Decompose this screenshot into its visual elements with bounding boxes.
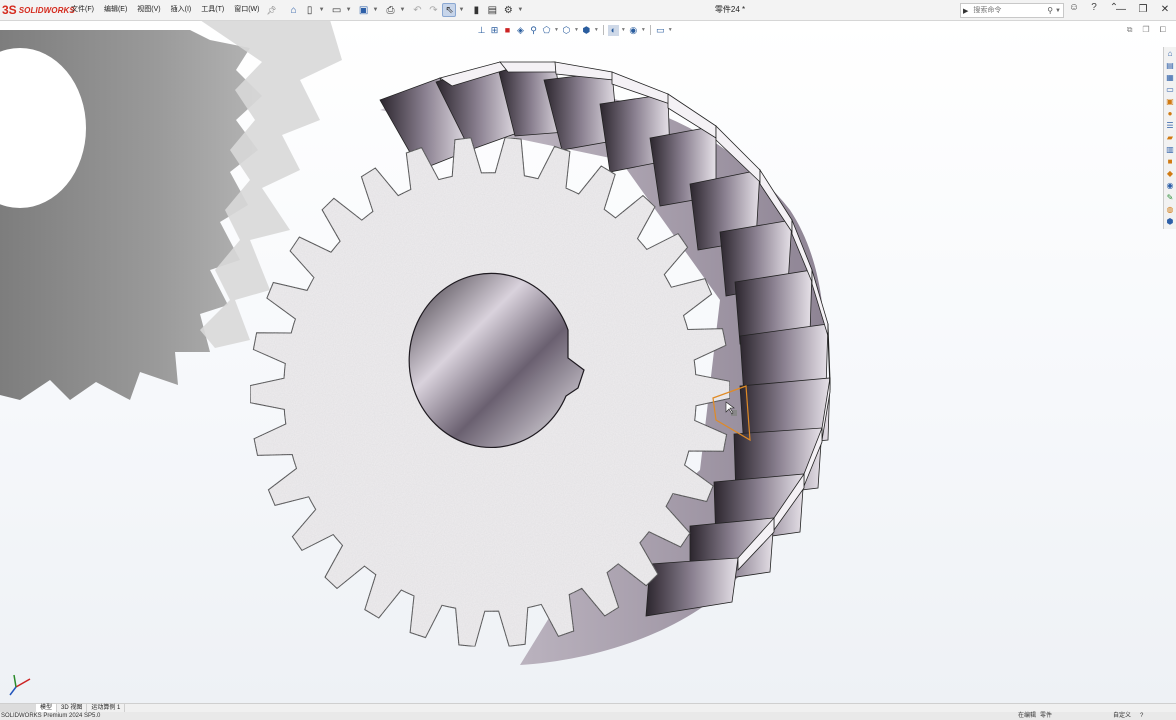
select-icon[interactable]: ⇖ (442, 3, 457, 17)
chevron-down-icon[interactable]: ▼ (574, 27, 579, 33)
user-icon[interactable]: ☺ (1068, 2, 1080, 13)
document-title: 零件24 * (714, 5, 746, 14)
solidworks-labs-icon[interactable]: ◉ (1165, 181, 1175, 191)
apply-scene-icon[interactable]: ◉ (628, 25, 639, 36)
new-document-icon[interactable]: ▯ (303, 3, 317, 17)
restore-icon[interactable]: ❐ (1132, 0, 1154, 20)
close-icon[interactable]: ✕ (1154, 0, 1176, 20)
search-scope-icon[interactable]: ▶ (963, 7, 968, 15)
toolbar-separator (602, 25, 604, 35)
menu-edit[interactable]: 编辑(E) (99, 0, 132, 20)
dynamic-annotation-icon[interactable]: ⚲ (528, 25, 539, 36)
simulation-icon[interactable]: ⬢ (1165, 217, 1175, 227)
appearances-icon[interactable]: ● (1165, 109, 1175, 119)
product-version: SOLIDWORKS Premium 2024 SP5.0 (1, 713, 101, 719)
forum-icon[interactable]: ▰ (1165, 133, 1175, 143)
open-icon[interactable]: ▭ (330, 3, 344, 17)
menu-bar: 文件(F) 编辑(E) 视图(V) 插入(I) 工具(T) 窗口(W) 📌︎ (66, 0, 277, 20)
file-properties-icon[interactable]: ▤ (485, 3, 499, 17)
zoom-to-fit-icon[interactable]: ⊥ (476, 25, 487, 36)
search-input[interactable] (971, 6, 1036, 15)
mbd-icon[interactable]: ◆ (1165, 169, 1175, 179)
custom-properties-icon[interactable]: ☰ (1165, 121, 1175, 131)
restore-pane-icon[interactable]: ❐ (1142, 25, 1149, 35)
toolbar-separator (649, 25, 651, 35)
solidworks-window: 3S SOLIDWORKS 文件(F) 编辑(E) 视图(V) 插入(I) 工具… (0, 0, 1176, 720)
chevron-down-icon[interactable]: ▼ (554, 27, 559, 33)
unit-system[interactable]: 自定义 (1113, 712, 1131, 720)
chevron-down-icon[interactable]: ▼ (621, 27, 626, 33)
print-icon[interactable]: ⎙ (384, 3, 398, 17)
task-pane-tabs: ⌂ ▤ ▦ ▭ ▣ ● ☰ ▰ ▥ ■ ◆ ◉ ✎ ◍ ⬢ (1163, 47, 1176, 229)
chevron-down-icon[interactable]: ▼ (517, 7, 523, 13)
section-view-icon[interactable]: ◈ (515, 25, 526, 36)
chevron-down-icon[interactable]: ▼ (641, 27, 646, 33)
options-icon[interactable]: ⚙ (501, 3, 515, 17)
maximize-pane-icon[interactable]: ⧠ (1160, 25, 1166, 35)
chevron-down-icon[interactable]: ▼ (594, 27, 599, 33)
menu-insert[interactable]: 插入(I) (166, 0, 197, 20)
chevron-down-icon[interactable]: ▼ (346, 7, 352, 13)
display-style-icon[interactable]: ⬡ (561, 25, 572, 36)
design-library-icon[interactable]: ▦ (1165, 73, 1175, 83)
help-icon[interactable]: ? (1140, 712, 1143, 720)
save-icon[interactable]: ▣ (357, 3, 371, 17)
quick-access-toolbar: ⌂ ▯ ▼ ▭ ▼ ▣ ▼ ⎙ ▼ ↶ ↷ ⇖ ▼ ▮ ▤ ⚙ ▼ (287, 3, 527, 17)
zoom-to-area-icon[interactable]: ⊞ (489, 25, 500, 36)
file-explorer-icon[interactable]: ▭ (1165, 85, 1175, 95)
view-palette-icon[interactable]: ▣ (1165, 97, 1175, 107)
chevron-down-icon[interactable]: ▼ (1055, 8, 1061, 14)
resources-icon[interactable]: ▤ (1165, 61, 1175, 71)
tile-icon[interactable]: ⧉ (1127, 25, 1133, 35)
rebuild-icon[interactable]: ▮ (469, 3, 483, 17)
menu-tools[interactable]: 工具(T) (196, 0, 229, 20)
chevron-down-icon[interactable]: ▼ (668, 27, 673, 33)
markup-icon[interactable]: ✎ (1165, 193, 1175, 203)
chevron-down-icon[interactable]: ▼ (319, 7, 325, 13)
minimize-icon[interactable]: — (1110, 0, 1132, 20)
undo-icon[interactable]: ↶ (410, 3, 424, 17)
chevron-down-icon[interactable]: ▼ (458, 7, 464, 13)
3d-content-icon[interactable]: ■ (1165, 157, 1175, 167)
redo-icon[interactable]: ↷ (426, 3, 440, 17)
graphics-area[interactable]: ⊥ ⊞ ■ ◈ ⚲ ⬠ ▼ ⬡ ▼ ⬢ ▼ ◐ ▼ ◉ ▼ ▭ ▼ ⧉ ❐ ⧠ (0, 21, 1176, 703)
home-icon[interactable]: ⌂ (1165, 49, 1175, 59)
title-bar: 3S SOLIDWORKS 文件(F) 编辑(E) 视图(V) 插入(I) 工具… (0, 0, 1176, 21)
search-commands[interactable]: ▶ ⚲ ▼ (960, 3, 1064, 18)
heads-up-view-toolbar: ⊥ ⊞ ■ ◈ ⚲ ⬠ ▼ ⬡ ▼ ⬢ ▼ ◐ ▼ ◉ ▼ ▭ ▼ (476, 23, 673, 37)
view-settings-icon[interactable]: ▭ (655, 25, 666, 36)
help-icon[interactable]: ? (1088, 2, 1100, 13)
pin-icon[interactable]: 📌︎ (266, 6, 276, 15)
menu-view[interactable]: 视图(V) (132, 0, 165, 20)
gear-model-view[interactable] (0, 21, 1176, 703)
reference-triad-icon (9, 674, 31, 696)
home-icon[interactable]: ⌂ (287, 3, 301, 17)
editing-target: 零件 (1040, 713, 1053, 719)
motion-icon[interactable]: ◍ (1165, 205, 1175, 215)
chevron-down-icon[interactable]: ▼ (400, 7, 406, 13)
edit-appearance-icon[interactable]: ◐ (607, 24, 619, 36)
viewport-pane-controls: ⧉ ❐ ⧠ (1127, 25, 1166, 35)
ds-logo-icon: 3S (2, 3, 17, 17)
view-orientation-icon[interactable]: ⬠ (541, 25, 552, 36)
toolbox-icon[interactable]: ▥ (1165, 145, 1175, 155)
solidworks-logo[interactable]: 3S SOLIDWORKS (2, 0, 75, 20)
previous-view-icon[interactable]: ■ (502, 25, 513, 36)
window-controls: — ❐ ✕ (1110, 0, 1176, 20)
search-icon[interactable]: ⚲ (1047, 6, 1053, 15)
menu-window[interactable]: 窗口(W) (229, 0, 264, 20)
editing-label: 在编辑 (1018, 713, 1037, 719)
status-bar: SOLIDWORKS Premium 2024 SP5.0 在编辑 零件 自定义… (0, 712, 1176, 720)
menu-file[interactable]: 文件(F) (66, 0, 99, 20)
hide-show-items-icon[interactable]: ⬢ (581, 25, 592, 36)
chevron-down-icon[interactable]: ▼ (373, 7, 379, 13)
